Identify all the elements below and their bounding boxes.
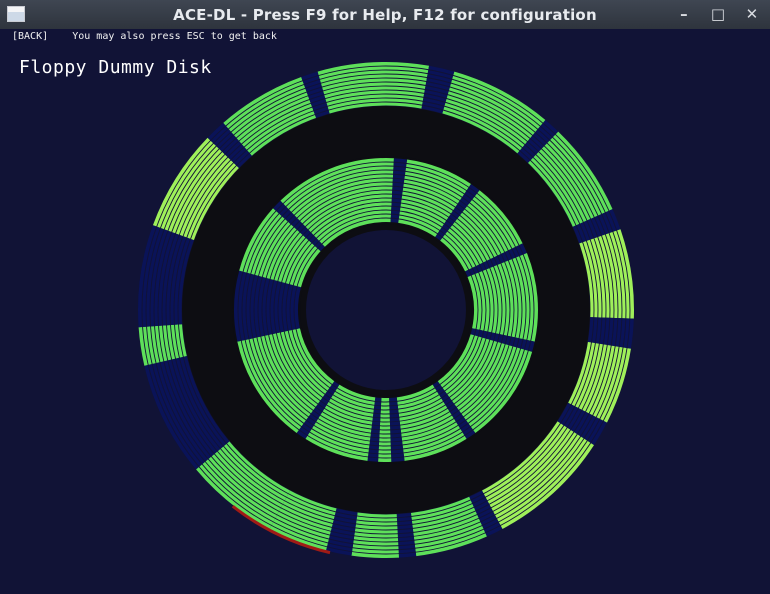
title-bar[interactable]: ACE-DL - Press F9 for Help, F12 for conf… (0, 0, 770, 29)
maximize-icon[interactable]: □ (708, 4, 728, 24)
app-window: ACE-DL - Press F9 for Help, F12 for conf… (0, 0, 770, 594)
disk-hub (300, 224, 472, 396)
disk-map (138, 62, 634, 558)
close-icon[interactable]: ✕ (742, 4, 762, 24)
minimize-icon[interactable]: – (674, 4, 694, 24)
window-title: ACE-DL - Press F9 for Help, F12 for conf… (173, 5, 597, 24)
window-icon (7, 6, 25, 22)
disk-view: [BACK] You may also press ESC to get bac… (0, 29, 770, 594)
window-controls: – □ ✕ (674, 4, 762, 24)
